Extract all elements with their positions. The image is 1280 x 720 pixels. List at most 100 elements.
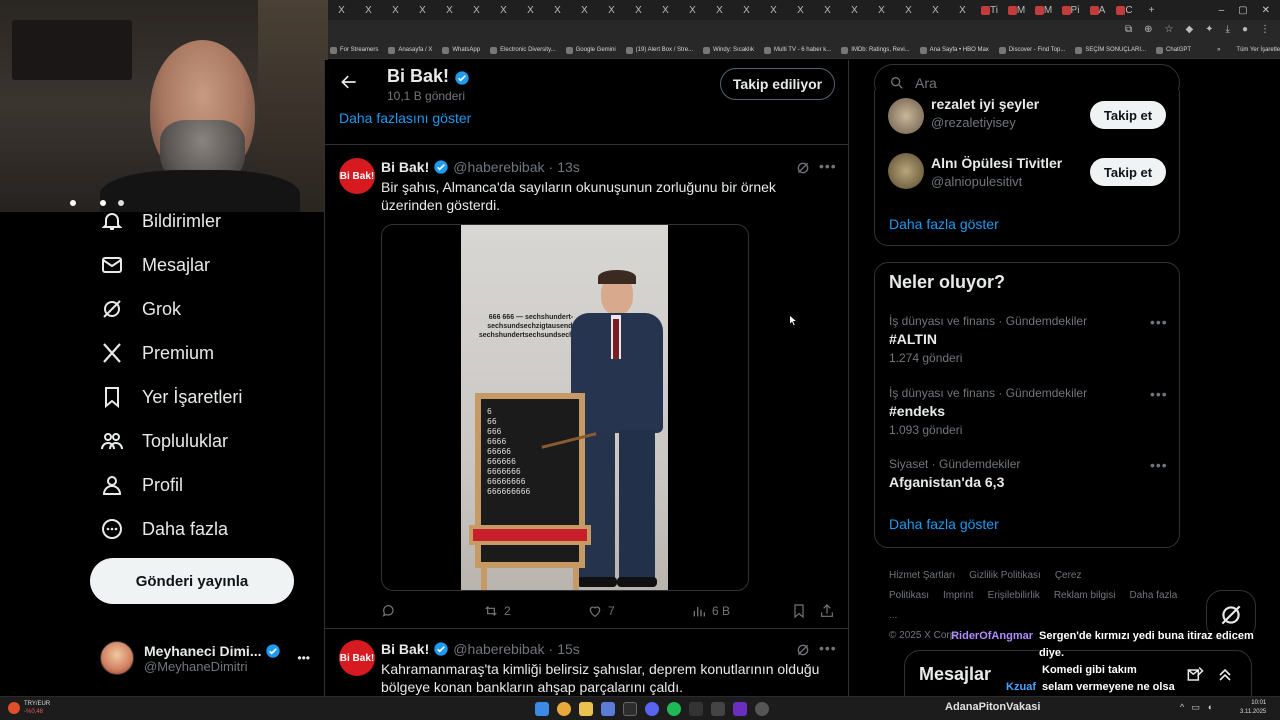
tweet-handle[interactable]: @haberebibak xyxy=(453,159,544,175)
browser-tab[interactable]: X xyxy=(328,0,355,20)
browser-tab[interactable]: X xyxy=(841,0,868,20)
bookmark-tweet-icon[interactable] xyxy=(791,603,807,624)
footer-link[interactable]: Hizmet Şartları xyxy=(889,570,955,581)
bookmark-item[interactable]: Google Gemini xyxy=(565,46,616,54)
sidebar-item-bildirimler[interactable]: Bildirimler xyxy=(100,206,221,236)
browser-tab[interactable]: X xyxy=(706,0,733,20)
back-arrow-icon[interactable] xyxy=(339,72,359,97)
epic-icon[interactable] xyxy=(689,702,703,716)
account-switcher[interactable]: Meyhaneci Dimi... @MeyhaneDimitri ••• xyxy=(100,636,310,680)
bookmark-item[interactable]: Discover - Find Top... xyxy=(998,46,1065,54)
browser-tab[interactable]: X xyxy=(922,0,949,20)
views-button[interactable]: 6 B xyxy=(691,603,730,619)
star-icon[interactable]: ☆ xyxy=(1164,24,1173,35)
profile-icon[interactable]: ● xyxy=(1242,24,1248,35)
trend-item[interactable]: Siyaset · Gündemdekiler Afganistan'da 6,… xyxy=(889,457,1169,490)
maximize-icon[interactable]: ▢ xyxy=(1238,5,1247,16)
start-icon[interactable] xyxy=(535,702,549,716)
browser-tab[interactable]: X xyxy=(787,0,814,20)
reply-button[interactable] xyxy=(381,603,402,619)
follow-button[interactable]: Takip et xyxy=(1090,101,1166,129)
browser-tab[interactable]: X xyxy=(679,0,706,20)
steam-icon[interactable] xyxy=(623,702,637,716)
search-input[interactable]: Ara xyxy=(915,75,937,91)
trend-more-icon[interactable]: ••• xyxy=(1150,386,1168,402)
tweet-avatar[interactable]: Bi Bak! xyxy=(339,158,375,194)
browser-tab[interactable]: X xyxy=(382,0,409,20)
show-more-trends-link[interactable]: Daha fazla göster xyxy=(889,516,999,532)
volume-icon[interactable]: ◖ xyxy=(1207,702,1212,713)
bookmark-item[interactable]: ChatGPT xyxy=(1156,46,1191,54)
extension-icon[interactable]: ◆ xyxy=(1185,24,1193,35)
footer-link[interactable]: Reklam bilgisi xyxy=(1054,590,1116,601)
post-button[interactable]: Gönderi yayınla xyxy=(90,558,294,604)
cast-icon[interactable]: ⧉ xyxy=(1125,24,1132,35)
obs-icon[interactable] xyxy=(755,702,769,716)
browser-tab[interactable]: Ti xyxy=(976,0,1003,20)
tweet-author[interactable]: Bi Bak! xyxy=(381,159,429,175)
show-more-follow-link[interactable]: Daha fazla göster xyxy=(889,216,999,232)
sidebar-item-yer-i-şaretleri[interactable]: Yer İşaretleri xyxy=(100,382,242,412)
tweet-time[interactable]: 15s xyxy=(557,641,580,657)
trend-more-icon[interactable]: ••• xyxy=(1150,457,1168,473)
bookmark-item[interactable]: Windy: Sıcaklık xyxy=(703,46,754,54)
download-icon[interactable]: ⤓ xyxy=(1226,24,1230,35)
bookmark-item[interactable]: Multi TV - 6 haber k... xyxy=(764,46,831,54)
bookmark-item[interactable]: Ana Sayfa • HBO Max xyxy=(919,46,989,54)
suggestion-name[interactable]: Alnı Öpülesi Tivitler xyxy=(931,155,1062,171)
browser-tab[interactable]: X xyxy=(490,0,517,20)
trend-item[interactable]: İş dünyası ve finans · Gündemdekiler #en… xyxy=(889,386,1169,437)
browser-tab[interactable]: X xyxy=(625,0,652,20)
browser-tab[interactable]: X xyxy=(436,0,463,20)
bookmark-item[interactable]: Anasayfa / X xyxy=(388,46,432,54)
like-button[interactable]: 7 xyxy=(587,603,615,619)
browser-tab[interactable]: X xyxy=(517,0,544,20)
browser-tab[interactable]: X xyxy=(733,0,760,20)
browser-tab[interactable]: X xyxy=(409,0,436,20)
bookmark-item[interactable]: IMDb: Ratings, Revi... xyxy=(841,46,910,54)
browser-tab[interactable]: X xyxy=(760,0,787,20)
browser-tab[interactable]: A xyxy=(1084,0,1111,20)
browser-tab[interactable]: X xyxy=(463,0,490,20)
bookmark-item[interactable]: Electronic Diversity... xyxy=(490,46,556,54)
browser-tab[interactable]: M xyxy=(1003,0,1030,20)
tweet-avatar[interactable]: Bi Bak! xyxy=(339,640,375,676)
account-more-icon[interactable]: ••• xyxy=(297,651,310,665)
app-icon[interactable] xyxy=(711,702,725,716)
folder-icon[interactable] xyxy=(579,702,593,716)
app-icon[interactable] xyxy=(733,702,747,716)
browser-tab[interactable]: X xyxy=(868,0,895,20)
browser-tab[interactable]: C xyxy=(1111,0,1138,20)
browser-tab[interactable]: X xyxy=(652,0,679,20)
footer-link[interactable]: Imprint xyxy=(943,590,974,601)
sidebar-item-topluluklar[interactable]: Topluluklar xyxy=(100,426,228,456)
sidebar-item-mesajlar[interactable]: Mesajlar xyxy=(100,250,210,280)
browser-tab[interactable]: X xyxy=(355,0,382,20)
new-tab-button[interactable]: + xyxy=(1138,0,1165,20)
sidebar-item-daha-fazla[interactable]: Daha fazla xyxy=(100,514,228,544)
bookmark-item[interactable]: WhatsApp xyxy=(442,46,480,54)
follow-button[interactable]: Takip et xyxy=(1090,158,1166,186)
bookmark-item[interactable]: For Streamers xyxy=(330,46,378,54)
browser-tab[interactable]: Pi xyxy=(1057,0,1084,20)
avatar[interactable] xyxy=(888,153,924,189)
zoom-icon[interactable]: ⊕ xyxy=(1144,24,1152,35)
ticker-widget[interactable]: TRY/EUR -%0,48 xyxy=(8,700,50,716)
extensions-puzzle-icon[interactable]: ✦ xyxy=(1205,24,1213,35)
discord-icon[interactable] xyxy=(645,702,659,716)
footer-link[interactable]: Erişilebilirlik xyxy=(988,590,1040,601)
menu-icon[interactable]: ⋮ xyxy=(1260,24,1270,35)
browser-tab[interactable]: X xyxy=(598,0,625,20)
sidebar-item-premium[interactable]: Premium xyxy=(100,338,214,368)
browser-tab[interactable]: X xyxy=(949,0,976,20)
browser-tab[interactable]: M xyxy=(1030,0,1057,20)
sidebar-item-grok[interactable]: Grok xyxy=(100,294,181,324)
tweet-more-icon[interactable]: ••• xyxy=(819,640,837,656)
spotify-icon[interactable] xyxy=(667,702,681,716)
share-icon[interactable] xyxy=(819,603,835,624)
show-more-link[interactable]: Daha fazlasını göster xyxy=(339,110,471,126)
bookmark-item[interactable]: (19) Alert Box / Stre... xyxy=(625,46,693,54)
tweet-video[interactable]: 666 666 — sechshundert-sechsundsechzigta… xyxy=(381,224,749,591)
tweet-more-icon[interactable]: ••• xyxy=(819,158,837,174)
following-button[interactable]: Takip ediliyor xyxy=(720,68,835,100)
